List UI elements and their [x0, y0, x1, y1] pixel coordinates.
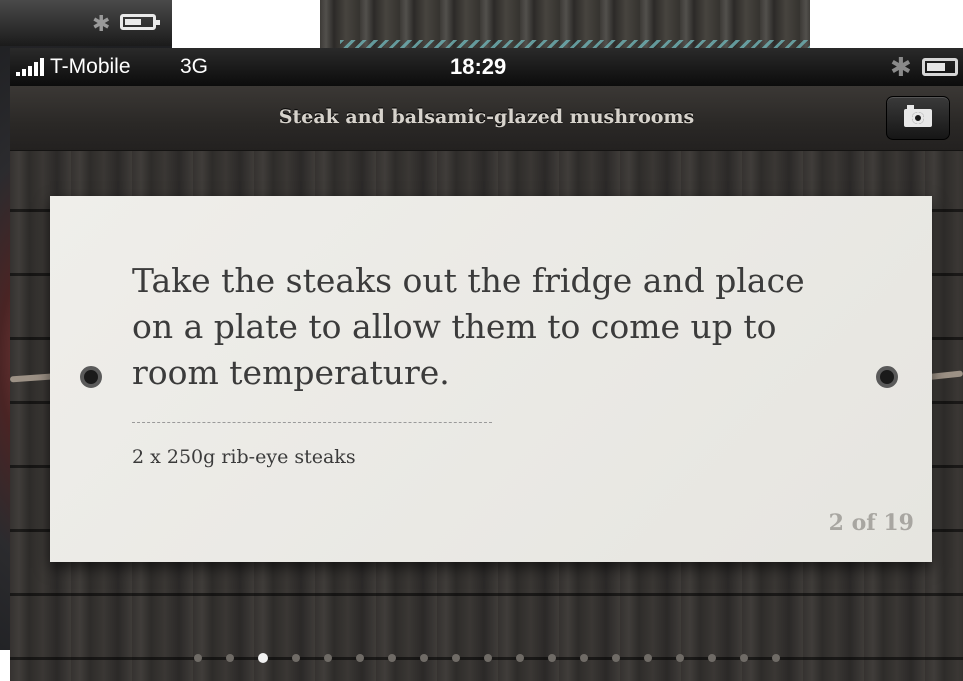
page-dot[interactable] — [225, 654, 234, 662]
page-indicator[interactable] — [10, 648, 963, 668]
status-time: 18:29 — [450, 54, 507, 79]
page-title: Steak and balsamic-glazed mushrooms — [278, 106, 695, 128]
decorative-trim — [340, 40, 810, 48]
step-counter: 2 of 19 — [828, 510, 914, 536]
recipe-screen: T-Mobile 3G 18:29 ✱ Steak and balsamic-g… — [10, 48, 963, 681]
page-dot[interactable] — [611, 654, 620, 662]
page-dot[interactable] — [707, 654, 716, 662]
page-dot[interactable] — [291, 654, 300, 662]
page-dot[interactable] — [387, 654, 396, 662]
step-instruction: Take the steaks out the fridge and place… — [132, 261, 805, 392]
page-dot[interactable] — [515, 654, 524, 662]
navigation-bar: Steak and balsamic-glazed mushrooms — [10, 86, 963, 151]
bluetooth-icon: ✱ — [890, 52, 912, 82]
page-dot[interactable] — [257, 653, 268, 663]
page-dot[interactable] — [193, 654, 202, 662]
camera-button[interactable] — [886, 96, 950, 140]
page-dot[interactable] — [451, 654, 460, 662]
grommet-right — [876, 366, 898, 388]
divider — [132, 422, 492, 423]
background-status-bar: ✱ — [0, 0, 172, 46]
status-bar: T-Mobile 3G 18:29 ✱ — [10, 48, 963, 86]
background-wood-card — [320, 0, 810, 48]
step-card[interactable]: Take the steaks out the fridge and place… — [50, 196, 932, 562]
ingredient-text: 2 x 250g rib-eye steaks — [132, 446, 356, 468]
page-dot[interactable] — [547, 654, 556, 662]
page-dot[interactable] — [675, 654, 684, 662]
page-dot[interactable] — [643, 654, 652, 662]
page-dot[interactable] — [739, 654, 748, 662]
page-dot[interactable] — [483, 654, 492, 662]
network-type: 3G — [180, 55, 209, 78]
page-dot[interactable] — [323, 654, 332, 662]
battery-icon — [120, 14, 160, 30]
page-dot[interactable] — [771, 654, 780, 662]
grommet-left — [80, 366, 102, 388]
page-dot[interactable] — [419, 654, 428, 662]
signal-strength-icon — [16, 58, 44, 76]
page-dot[interactable] — [579, 654, 588, 662]
battery-icon — [922, 58, 958, 76]
bluetooth-icon: ✱ — [92, 12, 111, 37]
page-dot[interactable] — [355, 654, 364, 662]
camera-icon — [904, 105, 932, 127]
carrier-label: T-Mobile — [50, 55, 131, 78]
